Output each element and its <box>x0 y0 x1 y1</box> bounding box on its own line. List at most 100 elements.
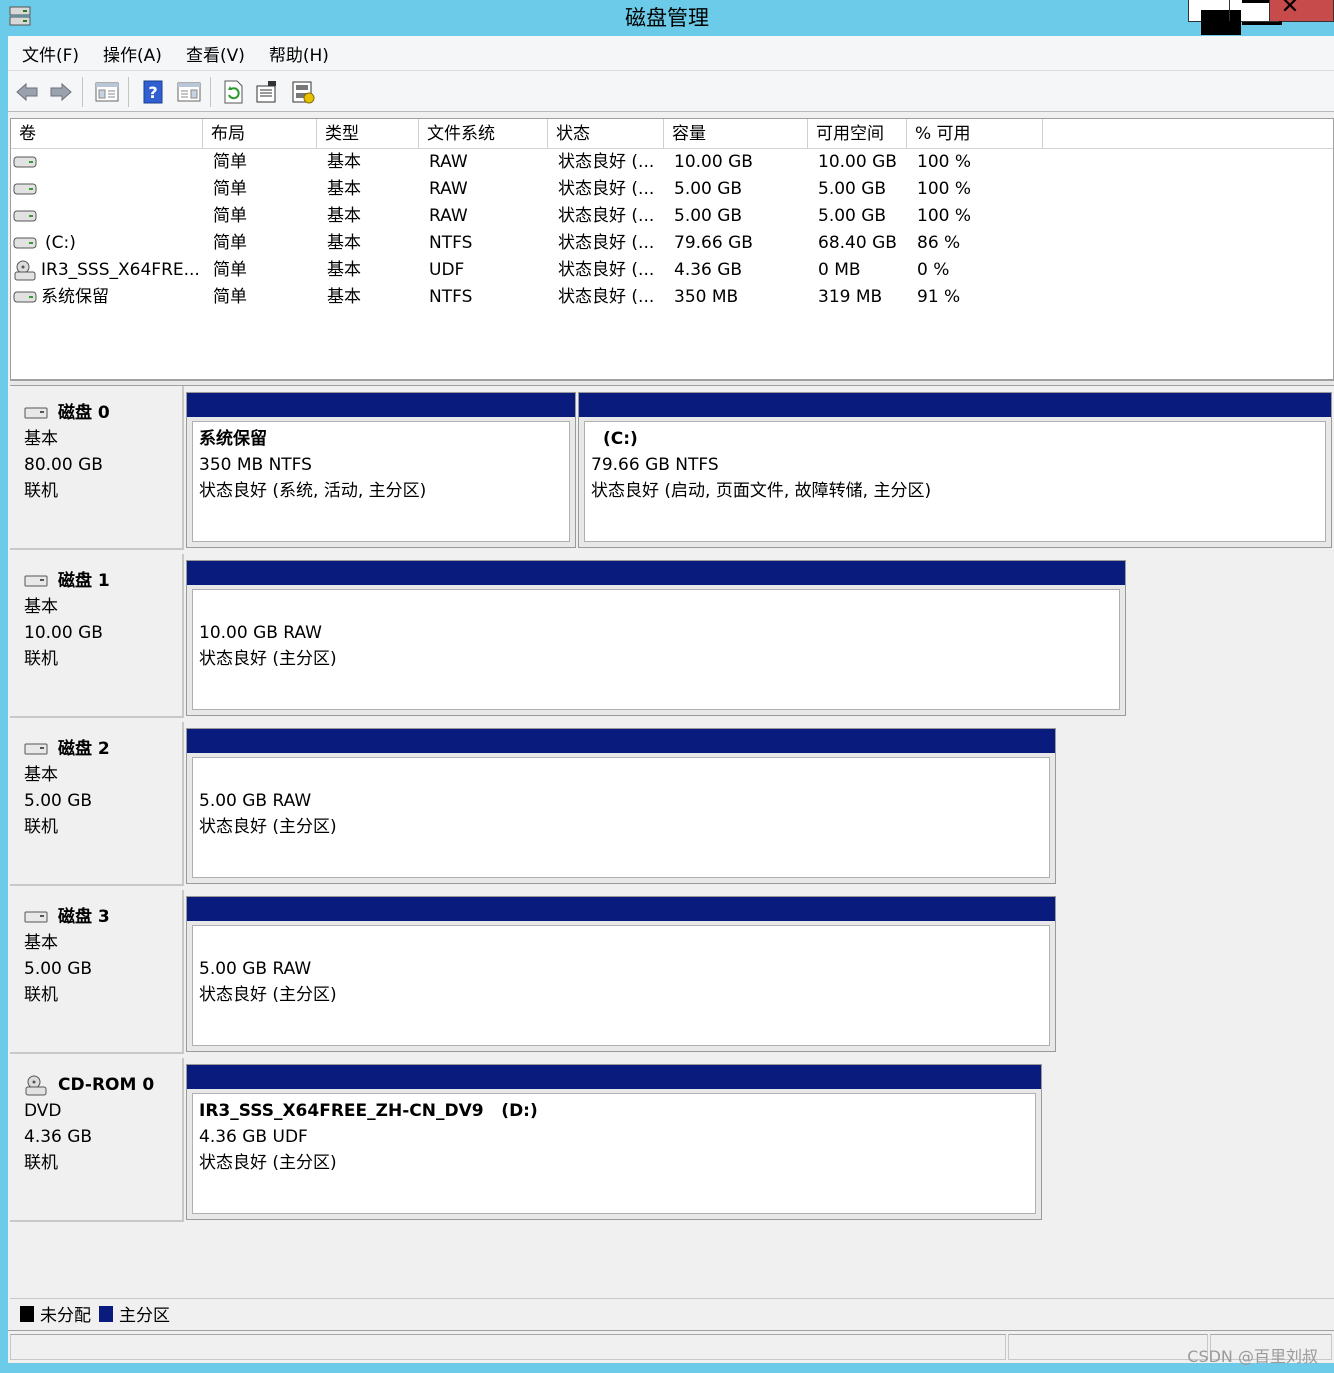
column-header-capacity[interactable]: 容量 <box>664 119 808 149</box>
table-row[interactable]: 简单 基本 RAW 状态良好 (... 5.00 GB 5.00 GB 100 … <box>11 176 1333 203</box>
column-header-type[interactable]: 类型 <box>317 119 419 149</box>
forward-arrow-icon[interactable] <box>48 79 74 105</box>
cell-free-space: 68.40 GB <box>818 233 897 253</box>
cell-filesystem: RAW <box>429 179 468 199</box>
partition-size-fs: 4.36 GB UDF <box>199 1127 308 1147</box>
cell-free-space: 0 MB <box>818 260 861 280</box>
disk-kind: 基本 <box>24 765 58 785</box>
partition-status: 状态良好 (主分区) <box>199 985 337 1005</box>
toolbar-separator <box>82 77 83 107</box>
drive-icon <box>13 237 37 249</box>
partition-block[interactable]: 系统保留 350 MB NTFS 状态良好 (系统, 活动, 主分区) <box>186 392 576 548</box>
toolbar-separator <box>128 77 129 107</box>
cell-status: 状态良好 (... <box>558 287 655 307</box>
disk-info[interactable]: 磁盘 3 基本 5.00 GB 联机 <box>10 890 184 1054</box>
cell-layout: 简单 <box>213 233 247 253</box>
cell-volume <box>45 203 195 230</box>
primary-partition-bar <box>579 393 1331 417</box>
table-row[interactable]: IR3_SSS_X64FRE... 简单 基本 UDF 状态良好 (... 4.… <box>11 257 1333 284</box>
legend-primary: 主分区 <box>119 1306 170 1326</box>
table-row[interactable]: (C:) 简单 基本 NTFS 状态良好 (... 79.66 GB 68.40… <box>11 230 1333 257</box>
partition-label <box>199 930 1049 956</box>
cell-free-space: 5.00 GB <box>818 179 887 199</box>
table-row[interactable]: 简单 基本 RAW 状态良好 (... 5.00 GB 5.00 GB 100 … <box>11 203 1333 230</box>
cell-layout: 简单 <box>213 206 247 226</box>
cell-volume: IR3_SSS_X64FRE... <box>41 260 200 280</box>
cell-status: 状态良好 (... <box>558 152 655 172</box>
partition-label: (C:) <box>603 429 638 449</box>
partition-size-fs: 10.00 GB RAW <box>199 623 322 643</box>
partition-status: 状态良好 (主分区) <box>199 1153 337 1173</box>
disk-info[interactable]: CD-ROM 0 DVD 4.36 GB 联机 <box>10 1058 184 1222</box>
cell-volume <box>45 149 195 176</box>
column-header-filesystem[interactable]: 文件系统 <box>419 119 548 149</box>
disk-info[interactable]: 磁盘 1 基本 10.00 GB 联机 <box>10 554 184 718</box>
disk-size: 4.36 GB <box>24 1127 93 1147</box>
column-header-layout[interactable]: 布局 <box>203 119 317 149</box>
cell-free-space: 10.00 GB <box>818 152 897 172</box>
disk-name: 磁盘 2 <box>58 739 110 759</box>
partition-block[interactable]: 5.00 GB RAW 状态良好 (主分区) <box>186 728 1056 884</box>
partition-label: 系统保留 <box>199 429 267 449</box>
show-action-pane-icon[interactable] <box>176 79 202 105</box>
table-row[interactable]: 简单 基本 RAW 状态良好 (... 10.00 GB 10.00 GB 10… <box>11 149 1333 176</box>
svg-text:?: ? <box>148 83 157 102</box>
disk-info[interactable]: 磁盘 0 基本 80.00 GB 联机 <box>10 386 184 550</box>
cell-status: 状态良好 (... <box>558 233 655 253</box>
disk-info[interactable]: 磁盘 2 基本 5.00 GB 联机 <box>10 722 184 886</box>
cell-filesystem: NTFS <box>429 233 473 253</box>
cdrom-icon <box>25 1075 47 1096</box>
refresh-icon[interactable] <box>220 79 246 105</box>
maximize-button[interactable] <box>1229 0 1282 25</box>
partition-block[interactable]: (C:) 79.66 GB NTFS 状态良好 (启动, 页面文件, 故障转储,… <box>578 392 1332 548</box>
drive-icon <box>13 183 37 195</box>
close-icon: ✕ <box>1280 0 1300 19</box>
disk-state: 联机 <box>24 481 58 501</box>
legend-unallocated: 未分配 <box>40 1306 91 1326</box>
disk-graphical-view: 磁盘 0 基本 80.00 GB 联机 系统保留 350 MB NTFS 状态良… <box>10 386 1334 1326</box>
cell-filesystem: NTFS <box>429 287 473 307</box>
drive-icon <box>13 210 37 222</box>
disk-settings-icon[interactable] <box>290 79 316 105</box>
cell-layout: 简单 <box>213 287 247 307</box>
column-header-free-space[interactable]: 可用空间 <box>808 119 907 149</box>
primary-partition-bar <box>187 393 575 417</box>
cell-free-space: 5.00 GB <box>818 206 887 226</box>
back-arrow-icon[interactable] <box>14 79 40 105</box>
partition-block[interactable]: 5.00 GB RAW 状态良好 (主分区) <box>186 896 1056 1052</box>
disk-name: 磁盘 1 <box>58 571 110 591</box>
column-header-volume[interactable]: 卷 <box>11 119 203 149</box>
toolbar-separator <box>210 77 211 107</box>
minimize-button[interactable] <box>1189 0 1241 35</box>
help-icon[interactable]: ? <box>140 79 166 105</box>
primary-partition-bar <box>187 1065 1041 1089</box>
show-hide-console-tree-icon[interactable] <box>94 79 120 105</box>
partition-status: 状态良好 (启动, 页面文件, 故障转储, 主分区) <box>591 481 932 501</box>
table-row[interactable]: 系统保留 简单 基本 NTFS 状态良好 (... 350 MB 319 MB … <box>11 284 1333 311</box>
menu-view[interactable]: 查看(V) <box>186 41 245 66</box>
partition-status: 状态良好 (主分区) <box>199 817 337 837</box>
cell-filesystem: UDF <box>429 260 465 280</box>
disk-name: 磁盘 0 <box>58 403 110 423</box>
cell-volume <box>45 176 195 203</box>
properties-icon[interactable] <box>254 79 280 105</box>
partition-block[interactable]: 10.00 GB RAW 状态良好 (主分区) <box>186 560 1126 716</box>
menu-help[interactable]: 帮助(H) <box>269 41 329 66</box>
disk-size: 5.00 GB <box>24 791 93 811</box>
menu-action[interactable]: 操作(A) <box>103 41 162 66</box>
cell-percent-free: 100 % <box>917 179 972 199</box>
disk-icon <box>24 575 48 587</box>
close-button[interactable]: ✕ <box>1269 0 1333 21</box>
cell-status: 状态良好 (... <box>558 179 655 199</box>
cell-status: 状态良好 (... <box>558 260 655 280</box>
partition-block[interactable]: IR3_SSS_X64FREE_ZH-CN_DV9 (D:) 4.36 GB U… <box>186 1064 1042 1220</box>
disk-size: 10.00 GB <box>24 623 103 643</box>
cell-percent-free: 86 % <box>917 233 961 253</box>
cell-type: 基本 <box>327 287 361 307</box>
column-header-percent-free[interactable]: % 可用 <box>907 119 1043 149</box>
column-header-status[interactable]: 状态 <box>548 119 664 149</box>
cell-type: 基本 <box>327 206 361 226</box>
cell-volume: (C:) <box>45 233 76 253</box>
menu-file[interactable]: 文件(F) <box>22 41 79 66</box>
cdrom-icon <box>14 260 36 281</box>
